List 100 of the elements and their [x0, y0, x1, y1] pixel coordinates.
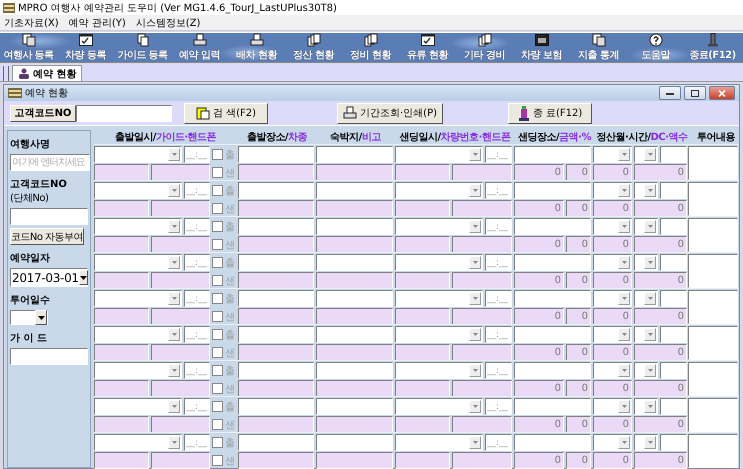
dropdown-field[interactable]	[634, 434, 658, 451]
toolbar-button[interactable]: 가이드 등록	[114, 33, 171, 62]
dc-field[interactable]: 0	[593, 416, 632, 433]
input-field[interactable]	[94, 416, 149, 433]
toolbar-button[interactable]: 예약 입력	[171, 33, 228, 62]
time-field[interactable]: __:__	[485, 182, 512, 199]
input-field[interactable]	[238, 200, 314, 217]
input-field[interactable]	[94, 272, 149, 289]
amount-field[interactable]: 0	[514, 200, 564, 217]
input-field[interactable]	[238, 290, 314, 307]
input-field[interactable]	[238, 236, 314, 253]
maximize-button[interactable]	[684, 86, 706, 100]
input-field[interactable]	[151, 272, 210, 289]
percent-field[interactable]: 0	[566, 164, 591, 181]
amount-field[interactable]: 0	[514, 452, 564, 469]
input-field[interactable]	[660, 326, 687, 343]
dropdown-field[interactable]	[593, 398, 632, 415]
input-field[interactable]	[660, 182, 687, 199]
input-field[interactable]	[316, 272, 393, 289]
input-field[interactable]	[660, 362, 687, 379]
date-dropdown[interactable]: 2017-03-01	[10, 268, 88, 287]
percent-field[interactable]: 0	[566, 236, 591, 253]
checkbox[interactable]	[212, 167, 223, 178]
tour-notes-field[interactable]	[688, 182, 738, 216]
input-field[interactable]	[316, 434, 393, 451]
input-field[interactable]	[316, 254, 393, 271]
toolbar-button[interactable]: 종료(F12)	[684, 33, 741, 62]
time-field[interactable]: __:__	[485, 362, 512, 379]
dropdown-field[interactable]	[593, 290, 632, 307]
input-field[interactable]	[395, 416, 450, 433]
dropdown-field[interactable]	[395, 218, 483, 235]
input-field[interactable]	[395, 272, 450, 289]
input-field[interactable]	[316, 200, 393, 217]
input-field[interactable]	[452, 416, 512, 433]
input-field[interactable]	[94, 200, 149, 217]
dropdown-field[interactable]	[634, 290, 658, 307]
time-field[interactable]: __:__	[485, 146, 512, 163]
input-field[interactable]	[238, 362, 314, 379]
dc-amount-field[interactable]: 0	[634, 452, 687, 469]
search-button[interactable]: 검 색(F2)	[184, 102, 268, 124]
input-field[interactable]	[316, 182, 393, 199]
input-field[interactable]	[151, 452, 210, 469]
checkbox[interactable]	[212, 311, 223, 322]
dropdown-field[interactable]	[94, 182, 182, 199]
dc-amount-field[interactable]: 0	[634, 308, 687, 325]
checkbox[interactable]	[212, 437, 223, 448]
dropdown-field[interactable]	[634, 254, 658, 271]
input-field[interactable]	[238, 344, 314, 361]
input-field[interactable]	[151, 164, 210, 181]
tour-notes-field[interactable]	[688, 254, 738, 288]
close-button[interactable]	[709, 86, 735, 100]
checkbox[interactable]	[212, 419, 223, 430]
percent-field[interactable]: 0	[566, 380, 591, 397]
input-field[interactable]	[514, 146, 591, 163]
auto-code-button[interactable]: 코드No 자동부여	[10, 228, 84, 245]
input-field[interactable]	[660, 218, 687, 235]
input-field[interactable]	[316, 308, 393, 325]
checkbox[interactable]	[212, 221, 223, 232]
time-field[interactable]: __:__	[184, 146, 210, 163]
percent-field[interactable]: 0	[566, 272, 591, 289]
dc-field[interactable]: 0	[593, 308, 632, 325]
dc-field[interactable]: 0	[593, 164, 632, 181]
input-field[interactable]	[514, 182, 591, 199]
dropdown-field[interactable]	[395, 434, 483, 451]
amount-field[interactable]: 0	[514, 236, 564, 253]
input-field[interactable]	[395, 236, 450, 253]
dropdown-field[interactable]	[94, 290, 182, 307]
exit-button[interactable]: 종 료(F12)	[508, 102, 592, 124]
input-field[interactable]	[514, 290, 591, 307]
tour-notes-field[interactable]	[688, 434, 738, 468]
input-field[interactable]	[514, 398, 591, 415]
tour-notes-field[interactable]	[688, 146, 738, 180]
input-field[interactable]	[238, 308, 314, 325]
input-field[interactable]	[316, 452, 393, 469]
input-field[interactable]	[316, 344, 393, 361]
time-field[interactable]: __:__	[184, 218, 210, 235]
dropdown-field[interactable]	[395, 146, 483, 163]
checkbox[interactable]	[212, 329, 223, 340]
dropdown-field[interactable]	[593, 434, 632, 451]
dropdown-field[interactable]	[94, 218, 182, 235]
toolbar-button[interactable]: 차량 보험	[513, 33, 570, 62]
dropdown-field[interactable]	[395, 254, 483, 271]
input-field[interactable]	[238, 254, 314, 271]
checkbox[interactable]	[212, 239, 223, 250]
input-field[interactable]	[452, 452, 512, 469]
percent-field[interactable]: 0	[566, 416, 591, 433]
input-field[interactable]	[238, 146, 314, 163]
input-field[interactable]	[452, 200, 512, 217]
amount-field[interactable]: 0	[514, 344, 564, 361]
dropdown-field[interactable]	[634, 398, 658, 415]
input-field[interactable]	[452, 164, 512, 181]
customer-code-button[interactable]: 고객코드NO	[10, 104, 76, 122]
dropdown-field[interactable]	[94, 362, 182, 379]
time-field[interactable]: __:__	[184, 398, 210, 415]
dc-field[interactable]: 0	[593, 200, 632, 217]
input-field[interactable]	[395, 380, 450, 397]
tour-notes-field[interactable]	[688, 398, 738, 432]
agency-field[interactable]: 여기에 엔터치세요	[10, 154, 90, 171]
input-field[interactable]	[238, 326, 314, 343]
toolbar-button[interactable]: 유류 현황	[399, 33, 456, 62]
